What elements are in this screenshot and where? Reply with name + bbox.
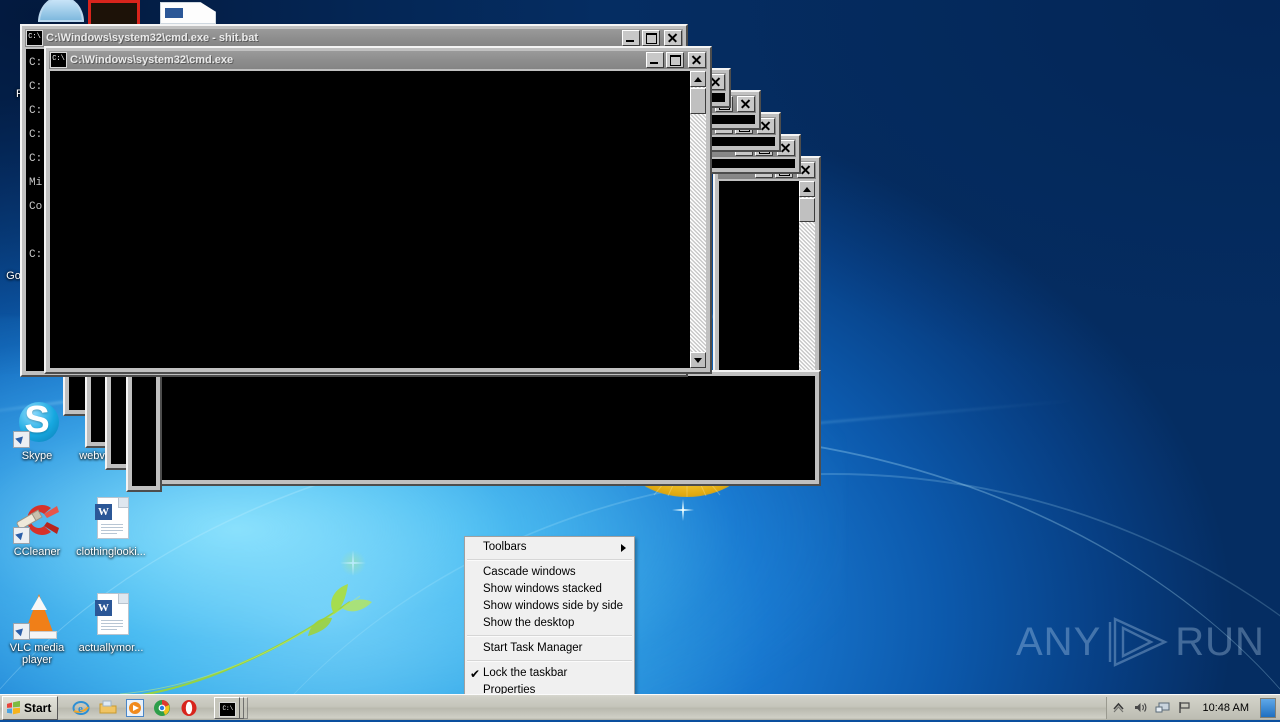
menu-item-label: Show windows stacked [483,583,602,595]
scroll-down-button[interactable] [690,352,706,368]
windows-media-player-icon[interactable] [126,698,145,717]
menu-item-cascade-windows[interactable]: Cascade windows [465,564,634,581]
chevron-up-icon[interactable] [1111,700,1126,715]
scrollbar-track[interactable] [690,87,706,352]
console-area [699,159,795,168]
start-button-label: Start [24,700,52,715]
wallpaper-plant-stem [119,584,372,700]
menu-item-start-task-manager[interactable]: Start Task Manager [465,640,634,657]
start-button[interactable]: Start [2,695,59,720]
desktop-icon-label: actuallymor... [78,642,144,654]
close-button[interactable] [737,96,755,112]
vertical-scrollbar[interactable] [690,71,706,368]
flag-icon[interactable] [1177,700,1192,715]
console-area[interactable] [161,376,815,480]
vlc-cone-icon [13,592,61,640]
taskbar-group-cmd[interactable]: C:\ [214,696,249,719]
word-document-icon: W [87,496,135,544]
scrollbar-thumb[interactable] [799,198,815,222]
taskbar[interactable]: Start e C:\ 10:48 AM [0,694,1280,720]
wallpaper-sparkle [340,550,366,576]
desktop-icon-label: clothinglooki... [76,546,146,558]
skype-icon: S [13,399,61,448]
system-tray[interactable]: 10:48 AM [1105,696,1280,719]
show-desktop-button[interactable] [1260,697,1276,718]
menu-item-show-the-desktop[interactable]: Show the desktop [465,615,634,632]
scroll-up-button[interactable] [690,71,706,87]
close-button[interactable] [688,52,706,68]
opera-icon[interactable] [180,699,198,717]
chrome-icon[interactable] [153,699,171,717]
console-area [132,376,156,486]
windows-explorer-icon[interactable] [99,699,117,717]
chevron-right-icon [621,544,626,552]
taskbar-clock[interactable]: 10:48 AM [1199,702,1253,714]
scroll-up-button[interactable] [799,181,815,197]
desktop-icon-partial-top-cylinder[interactable] [38,0,84,22]
close-button[interactable] [664,30,682,46]
cmd-icon: C:\ [219,701,237,717]
console-area[interactable] [50,71,706,368]
menu-item-lock-the-taskbar[interactable]: ✔ Lock the taskbar [465,665,634,682]
maximize-button[interactable] [666,52,684,68]
window-title: C:\Windows\system32\cmd.exe [70,54,234,66]
cmd-icon: C:\ [50,52,67,68]
menu-item-label: Show windows side by side [483,600,623,612]
windows-flag-icon [6,700,21,715]
desktop-icon-clothinglooki[interactable]: W clothinglooki... [68,496,154,558]
menu-separator [467,660,632,662]
menu-item-toolbars[interactable]: Toolbars [465,539,634,556]
checkmark-icon: ✔ [470,667,481,681]
minimize-button[interactable] [646,52,664,68]
menu-item-show-windows-side-by-side[interactable]: Show windows side by side [465,598,634,615]
window-stack-frame-4[interactable] [126,370,162,492]
internet-explorer-icon[interactable]: e [72,699,90,717]
menu-item-label: Start Task Manager [483,642,583,654]
desktop-icon-actuallymore[interactable]: W actuallymor... [68,592,154,654]
minimize-button[interactable] [622,30,640,46]
menu-separator [467,559,632,561]
svg-text:e: e [78,703,83,715]
cmd-icon: C:\ [26,30,43,46]
menu-item-show-windows-stacked[interactable]: Show windows stacked [465,581,634,598]
menu-item-label: Cascade windows [483,566,576,578]
titlebar[interactable]: C:\ C:\Windows\system32\cmd.exe [49,51,707,69]
maximize-button[interactable] [642,30,660,46]
menu-item-label: Toolbars [483,541,527,553]
word-document-icon: W [87,592,135,640]
titlebar[interactable]: C:\ C:\Windows\system32\cmd.exe - shit.b… [25,29,683,47]
window-cmd-exe[interactable]: C:\ C:\Windows\system32\cmd.exe [44,46,712,374]
menu-item-label: Lock the taskbar [483,667,568,679]
scrollbar-thumb[interactable] [690,88,706,114]
console-output: C: C: C: C: C: Mi Co C: [29,57,43,261]
network-icon[interactable] [1155,700,1170,715]
window-cmd-lower[interactable] [155,370,821,486]
window-title: C:\Windows\system32\cmd.exe - shit.bat [46,32,259,44]
menu-separator [467,635,632,637]
menu-item-label: Show the desktop [483,617,575,629]
speaker-icon[interactable] [1133,700,1148,715]
quick-launch-bar[interactable]: e [72,698,198,717]
ccleaner-icon [13,496,61,544]
taskbar-context-menu[interactable]: Toolbars Cascade windows Show windows st… [464,536,635,702]
